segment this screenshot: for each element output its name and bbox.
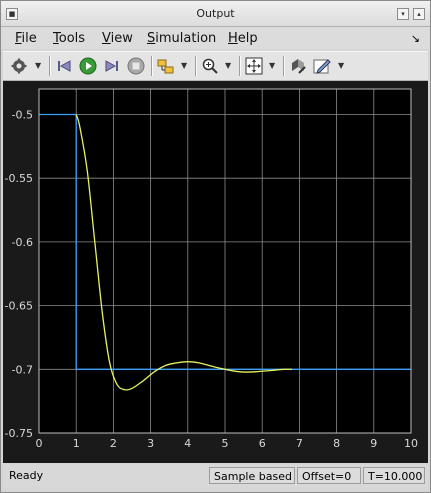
style-icon[interactable]	[312, 56, 332, 76]
menu-tools-label: ools	[58, 31, 86, 46]
menu-file-label: ile	[21, 31, 37, 46]
y-tick-label: -0.6	[12, 236, 33, 249]
toolbar-separator	[195, 56, 197, 76]
autoscale-dropdown-icon[interactable]: ▼	[269, 61, 275, 70]
scope-chart[interactable]: 0 1 2 3 4 5 6 7 8 9 10 -0.5 -0.55 -0.6 -0.65 -0.7 -0.75	[3, 81, 428, 463]
menu-view-label: iew	[110, 31, 133, 46]
x-tick-label: 8	[333, 437, 340, 450]
x-tick-label: 3	[147, 437, 154, 450]
zoom-dropdown-icon[interactable]: ▼	[225, 61, 231, 70]
x-tick-label: 0	[36, 437, 43, 450]
signal-select-dropdown-icon[interactable]: ▼	[181, 61, 187, 70]
step-back-icon[interactable]	[54, 56, 74, 76]
scope-plot-area[interactable]: 0 1 2 3 4 5 6 7 8 9 10 -0.5 -0.55 -0.6 -0.65 -0.7 -0.75	[3, 81, 428, 463]
minimize-icon[interactable]: ▾	[397, 8, 409, 20]
stop-icon[interactable]	[126, 56, 146, 76]
menu-help-label: elp	[237, 31, 258, 46]
toolbar-separator	[49, 56, 51, 76]
menu-view[interactable]: View	[102, 31, 133, 46]
y-tick-label: -0.5	[12, 108, 33, 121]
status-ready: Ready	[9, 469, 44, 482]
run-icon[interactable]	[78, 56, 98, 76]
toolbar-separator	[283, 56, 285, 76]
x-tick-label: 10	[404, 437, 418, 450]
y-tick-label: -0.7	[12, 363, 33, 376]
menu-help[interactable]: Help	[228, 31, 258, 46]
x-tick-label: 2	[110, 437, 117, 450]
autoscale-icon[interactable]	[244, 56, 264, 76]
x-tick-label: 4	[184, 437, 191, 450]
style-dropdown-icon[interactable]: ▼	[338, 61, 344, 70]
status-sample-mode: Sample based	[209, 467, 295, 484]
x-tick-label: 5	[222, 437, 229, 450]
menu-overflow-icon[interactable]: ↘	[411, 32, 420, 45]
maximize-icon[interactable]: ▴	[413, 8, 425, 20]
x-tick-label: 7	[296, 437, 303, 450]
gear-icon[interactable]	[9, 56, 29, 76]
zoom-in-icon[interactable]	[200, 56, 220, 76]
menu-simulation-label: imulation	[155, 31, 217, 46]
x-tick-label: 6	[259, 437, 266, 450]
settings-dropdown-icon[interactable]: ▼	[35, 61, 41, 70]
toolbar: ▼ ▼ ▼ ▼ ▼	[3, 51, 428, 81]
window-title: Output	[196, 7, 235, 20]
menu-simulation[interactable]: Simulation	[147, 31, 216, 46]
menu-file[interactable]: File	[15, 31, 37, 46]
toolbar-separator	[239, 56, 241, 76]
menu-tools[interactable]: Tools	[53, 31, 85, 46]
x-tick-label: 1	[73, 437, 80, 450]
x-tick-label: 9	[370, 437, 377, 450]
y-tick-label: -0.65	[5, 300, 33, 313]
status-offset: Offset=0	[297, 467, 361, 484]
status-time: T=10.000	[363, 467, 425, 484]
status-bar: Ready Sample based Offset=0 T=10.000	[3, 465, 428, 487]
signal-select-icon[interactable]	[156, 56, 176, 76]
title-bar[interactable]: ■ Output ▾ ▴	[1, 1, 430, 27]
toolbar-separator	[151, 56, 153, 76]
step-forward-icon[interactable]	[102, 56, 122, 76]
menu-bar: File Tools View Simulation Help ↘	[1, 27, 430, 49]
y-tick-label: -0.55	[5, 172, 33, 185]
output-window: ■ Output ▾ ▴ File Tools View Simulation …	[0, 0, 431, 493]
y-tick-label: -0.75	[5, 427, 33, 440]
highlight-block-icon[interactable]	[288, 56, 308, 76]
